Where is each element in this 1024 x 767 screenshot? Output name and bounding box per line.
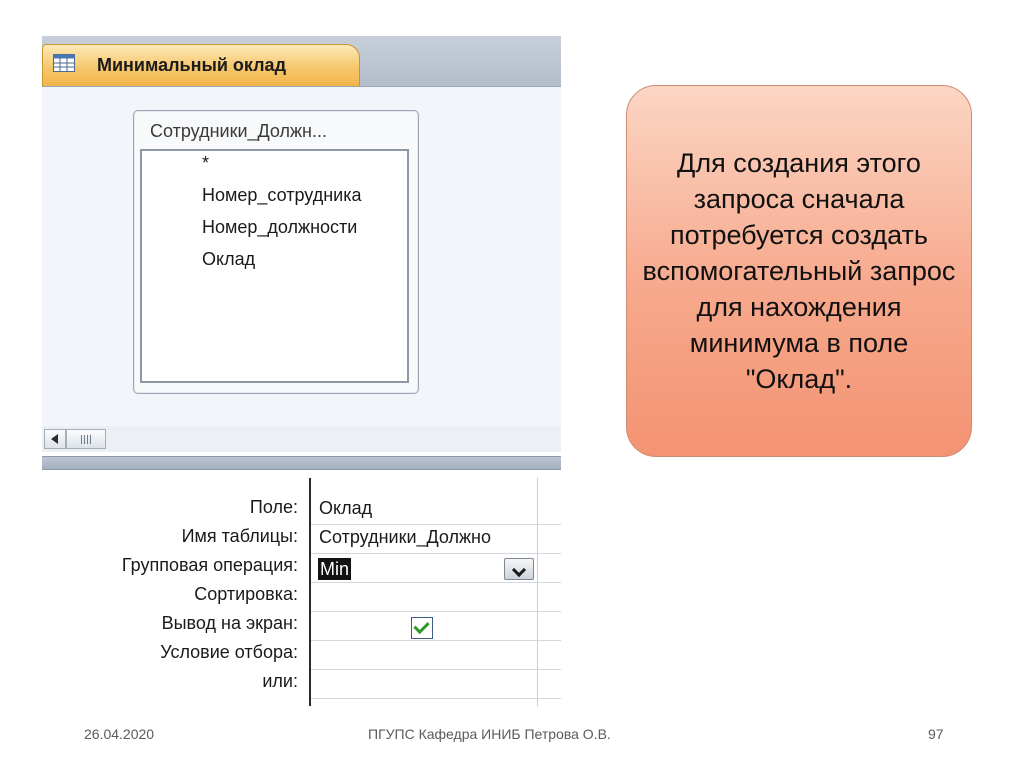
query-tab-title: Минимальный оклад xyxy=(97,55,286,75)
grid-row-divider xyxy=(311,669,561,670)
row-label-criteria: Условие отбора: xyxy=(160,642,298,662)
field-item-employee-number[interactable]: Номер_сотрудника xyxy=(202,185,361,206)
show-checkbox[interactable] xyxy=(411,617,433,639)
field-cell[interactable]: Оклад xyxy=(319,498,535,519)
field-list-title: Сотрудники_Должн... xyxy=(150,121,328,141)
footer-date: 26.04.2020 xyxy=(84,726,155,742)
group-operation-combo-value[interactable]: Min xyxy=(318,558,352,580)
table-pane: Сотрудники_Должн... * Номер_сотрудника Н… xyxy=(42,87,561,427)
scroll-left-button[interactable] xyxy=(44,429,66,449)
grid-row-divider xyxy=(311,698,561,699)
query-tab[interactable]: Минимальный оклад xyxy=(42,44,360,86)
footer-center: ПГУПС Кафедра ИНИБ Петрова О.В. xyxy=(368,726,611,742)
grid-row-divider xyxy=(311,553,561,554)
row-label-table: Имя таблицы: xyxy=(181,526,298,546)
field-item-salary[interactable]: Оклад xyxy=(202,249,255,270)
row-label-field: Поле: xyxy=(249,497,298,517)
footer-page-number: 97 xyxy=(928,726,944,742)
field-list-body: * Номер_сотрудника Номер_должности Оклад xyxy=(140,149,409,383)
scroll-thumb[interactable] xyxy=(66,429,106,449)
pane-splitter[interactable] xyxy=(42,456,561,470)
field-item-all[interactable]: * xyxy=(202,153,209,174)
row-label-or: или: xyxy=(262,671,298,691)
callout-text: Для создания этого запроса сначала потре… xyxy=(642,148,956,394)
grid-row-divider xyxy=(311,582,561,583)
query-table-icon xyxy=(53,54,75,72)
grid-column-2[interactable] xyxy=(537,478,561,706)
query-designer-window: Минимальный оклад Сотрудники_Должн... * … xyxy=(42,36,561,706)
chevron-down-icon[interactable] xyxy=(504,558,534,580)
explanation-callout: Для создания этого запроса сначала потре… xyxy=(626,85,972,457)
horizontal-scrollbar[interactable] xyxy=(42,426,561,452)
design-grid: Поле: Имя таблицы: Групповая операция: С… xyxy=(42,470,561,706)
grid-row-divider xyxy=(311,611,561,612)
grid-row-divider xyxy=(311,640,561,641)
document-tab-bar: Минимальный оклад xyxy=(42,36,561,87)
field-item-position-number[interactable]: Номер_должности xyxy=(202,217,357,238)
row-label-show: Вывод на экран: xyxy=(161,613,298,633)
row-label-group-operation: Групповая операция: xyxy=(121,555,298,575)
row-label-sort: Сортировка: xyxy=(194,584,298,604)
grid-row-divider xyxy=(311,524,561,525)
table-name-cell[interactable]: Сотрудники_Должно xyxy=(319,527,535,548)
field-list-window[interactable]: Сотрудники_Должн... * Номер_сотрудника Н… xyxy=(133,110,419,394)
